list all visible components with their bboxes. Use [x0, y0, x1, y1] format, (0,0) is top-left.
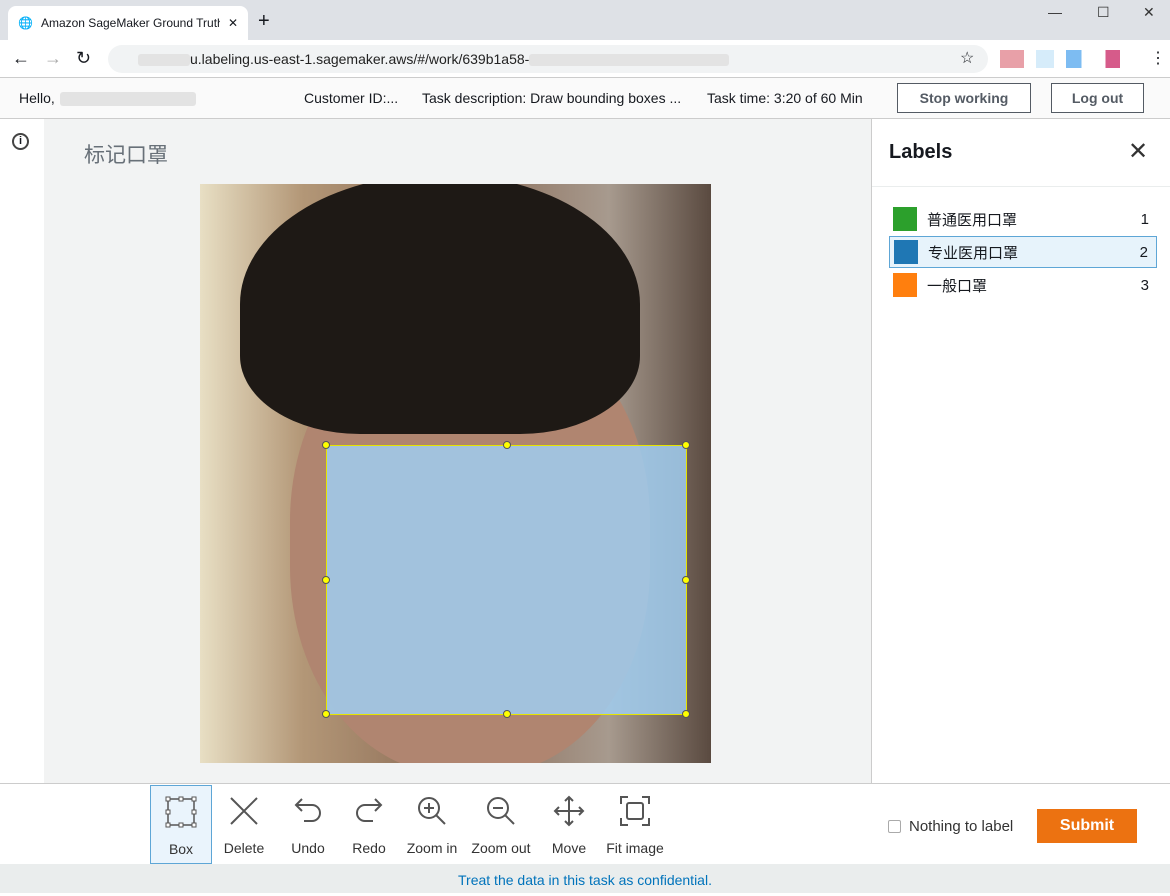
move-tool[interactable]: Move	[538, 785, 600, 864]
label-color-swatch	[894, 240, 918, 264]
username-redacted	[60, 92, 196, 106]
undo-icon	[294, 798, 321, 822]
label-shortcut: 3	[1140, 276, 1149, 294]
box-tool[interactable]: Box	[150, 785, 212, 864]
label-name: 专业医用口罩	[928, 244, 1019, 262]
tool-label: Delete	[223, 840, 265, 856]
forward-icon[interactable]: →	[44, 48, 62, 69]
delete-tool[interactable]: Delete	[213, 785, 275, 864]
label-item[interactable]: 专业医用口罩 2	[889, 236, 1157, 268]
footer: Treat the data in this task as confident…	[0, 864, 1170, 893]
label-name: 普通医用口罩	[927, 211, 1018, 229]
browser-tab-bar: 🌐 Amazon SageMaker Ground Truth ✕ + — ☐ …	[0, 0, 1170, 40]
tool-label: Redo	[352, 840, 386, 856]
resize-handle[interactable]	[322, 441, 330, 449]
address-bar-row: ← → ↻ u.labeling.us-east-1.sagemaker.aws…	[0, 40, 1170, 78]
bounding-box[interactable]	[326, 445, 687, 715]
box-icon	[165, 796, 197, 828]
resize-handle[interactable]	[322, 710, 330, 718]
close-panel-icon[interactable]: ✕	[1128, 137, 1148, 166]
divider	[872, 186, 1170, 187]
undo-tool[interactable]: Undo	[277, 785, 339, 864]
worker-header: Hello, Customer ID:... Task description:…	[0, 78, 1170, 119]
label-item[interactable]: 普通医用口罩 1	[889, 203, 1157, 235]
close-tab-icon[interactable]: ✕	[228, 16, 238, 30]
label-name: 一般口罩	[927, 277, 988, 295]
browser-tab[interactable]: 🌐 Amazon SageMaker Ground Truth ✕	[8, 6, 248, 40]
menu-icon[interactable]: ⋮	[1150, 48, 1166, 68]
redo-tool[interactable]: Redo	[338, 785, 400, 864]
resize-handle[interactable]	[682, 710, 690, 718]
nothing-to-label-checkbox[interactable]	[888, 820, 901, 833]
task-title: 标记口罩	[84, 144, 168, 167]
zoom-out-icon	[487, 797, 515, 825]
tool-label: Zoom in	[406, 840, 458, 856]
tab-title: Amazon SageMaker Ground Truth	[40, 16, 220, 30]
customer-id: Customer ID:...	[304, 90, 399, 106]
zoom-in-icon	[418, 797, 446, 825]
label-color-swatch	[893, 207, 917, 231]
back-icon[interactable]: ←	[12, 48, 30, 69]
log-out-button[interactable]: Log out	[1051, 83, 1144, 113]
maximize-button[interactable]: ☐	[1097, 4, 1110, 21]
resize-handle[interactable]	[503, 710, 511, 718]
fit-image-icon	[620, 796, 650, 826]
label-item[interactable]: 一般口罩 3	[889, 269, 1157, 301]
toolbar: Box Delete Undo Redo Zoom in Zoom out Mo…	[0, 783, 1170, 864]
resize-handle[interactable]	[503, 441, 511, 449]
move-icon	[553, 795, 585, 827]
resize-handle[interactable]	[682, 576, 690, 584]
resize-handle[interactable]	[322, 576, 330, 584]
left-rail: i	[0, 119, 44, 784]
task-time: Task time: 3:20 of 60 Min	[707, 90, 863, 106]
extension-icons[interactable]	[1000, 50, 1120, 68]
confidential-notice: Treat the data in this task as confident…	[458, 872, 712, 888]
redo-icon	[356, 798, 383, 822]
tool-label: Box	[168, 841, 194, 857]
labels-panel: Labels ✕ 普通医用口罩 1 专业医用口罩 2 一般口罩 3	[871, 119, 1170, 784]
tool-label: Zoom out	[471, 840, 531, 856]
label-shortcut: 2	[1139, 243, 1148, 261]
task-description[interactable]: Task description: Draw bounding boxes ..…	[422, 90, 681, 106]
globe-icon: 🌐	[18, 16, 33, 30]
new-tab-button[interactable]: +	[258, 10, 270, 33]
delete-icon	[230, 797, 258, 825]
hair-region	[240, 184, 640, 434]
label-color-swatch	[893, 273, 917, 297]
tool-label: Undo	[291, 840, 325, 856]
stop-working-button[interactable]: Stop working	[897, 83, 1031, 113]
minimize-button[interactable]: —	[1048, 4, 1062, 20]
tool-label: Move	[551, 840, 587, 856]
close-window-button[interactable]: ✕	[1143, 4, 1155, 21]
tool-label: Fit image	[606, 840, 664, 856]
label-shortcut: 1	[1140, 210, 1149, 228]
resize-handle[interactable]	[682, 441, 690, 449]
info-icon[interactable]: i	[12, 133, 29, 150]
bookmark-star-icon[interactable]: ☆	[960, 48, 974, 68]
submit-button[interactable]: Submit	[1037, 809, 1137, 843]
zoom-in-tool[interactable]: Zoom in	[401, 785, 463, 864]
greeting: Hello,	[19, 90, 55, 106]
reload-icon[interactable]: ↻	[76, 48, 91, 69]
zoom-out-tool[interactable]: Zoom out	[470, 785, 532, 864]
url-input[interactable]: u.labeling.us-east-1.sagemaker.aws/#/wor…	[108, 45, 988, 73]
nothing-to-label-label[interactable]: Nothing to label	[909, 818, 1013, 835]
labels-title: Labels	[889, 141, 953, 163]
url-text: u.labeling.us-east-1.sagemaker.aws/#/wor…	[190, 51, 530, 67]
fit-image-tool[interactable]: Fit image	[600, 785, 670, 864]
